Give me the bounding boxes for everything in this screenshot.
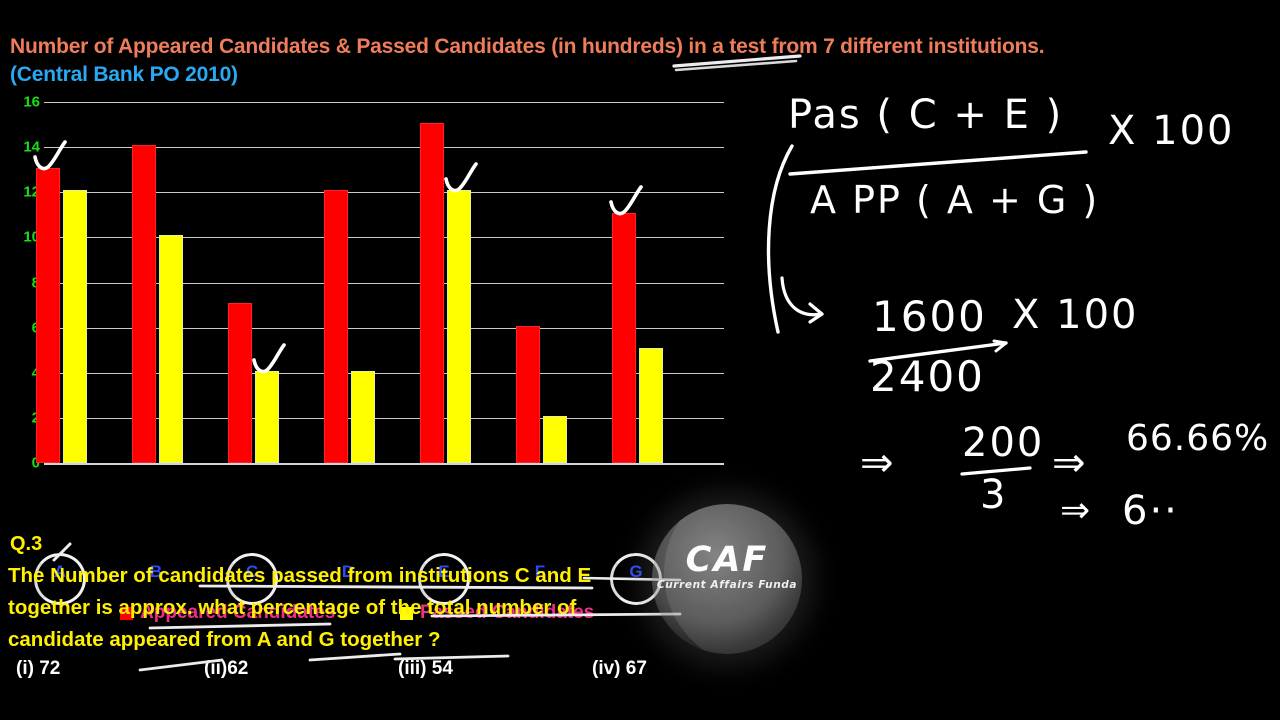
answer-option-4[interactable]: (iv) 67 [592,658,647,680]
hand-arrow-1: ⇒ [860,440,894,486]
bar-C-passed [254,370,279,463]
bar-A-passed [62,190,87,463]
screen-root: Number of Appeared Candidates & Passed C… [0,0,1280,720]
hand-arrow-3: ⇒ [1060,490,1091,531]
hand-fraction-multiplier: X 100 [1012,292,1139,338]
bar-G-passed [638,348,663,463]
question-line-1: The Number of candidates passed from ins… [8,564,592,587]
bar-D-passed [350,370,375,463]
gridline-16 [44,102,724,103]
hand-formula-numerator: Pas ( C + E ) [788,92,1064,138]
handwritten-solution: Pas ( C + E ) A PP ( A + G ) X 100 1600 … [740,0,1280,720]
hand-formula-fraction-bar [788,150,1088,176]
hand-formula-multiplier: X 100 [1108,108,1235,154]
hand-fraction-numerator: 1600 [872,292,987,341]
hand-open-bracket [766,144,794,334]
bar-F-passed [542,415,567,463]
hand-result-percent: 66.66% [1126,418,1270,459]
answer-option-3[interactable]: (iii) 54 [398,658,453,680]
hand-step-arrow-curve [780,276,824,324]
question-number: Q.3 [10,533,43,555]
question-line-3: candidate appeared from A and G together… [8,628,441,651]
bar-F-appeared [515,325,540,463]
bar-E-passed [446,190,471,463]
hand-step-denominator: 3 [980,472,1006,518]
bar-D-appeared [323,190,348,463]
question-line-2: together is approx. what percentage of t… [8,596,577,619]
answer-option-2[interactable]: (ii)62 [204,658,248,680]
bar-E-appeared [419,122,444,463]
bar-chart: 0246810121416 ABCDEFG Appeared Candidate… [0,90,740,623]
answer-option-1[interactable]: (i) 72 [16,658,60,680]
hand-arrow-2: ⇒ [1052,440,1086,486]
plot-area [0,90,740,490]
bar-C-appeared [227,303,252,463]
bar-G-appeared [611,212,636,463]
answer-options: (i) 72 (ii)62 (iii) 54 (iv) 67 [8,658,708,688]
hand-formula-denominator: A PP ( A + G ) [810,178,1100,222]
hand-step-numerator: 200 [962,420,1045,466]
bar-B-appeared [131,145,156,463]
hand-fraction-denominator: 2400 [870,352,985,401]
axis-baseline [44,463,724,465]
bar-A-appeared [35,167,60,463]
bar-B-passed [158,235,183,463]
hand-result-partial: 6·· [1122,488,1179,534]
question-text: The Number of candidates passed from ins… [8,560,708,656]
